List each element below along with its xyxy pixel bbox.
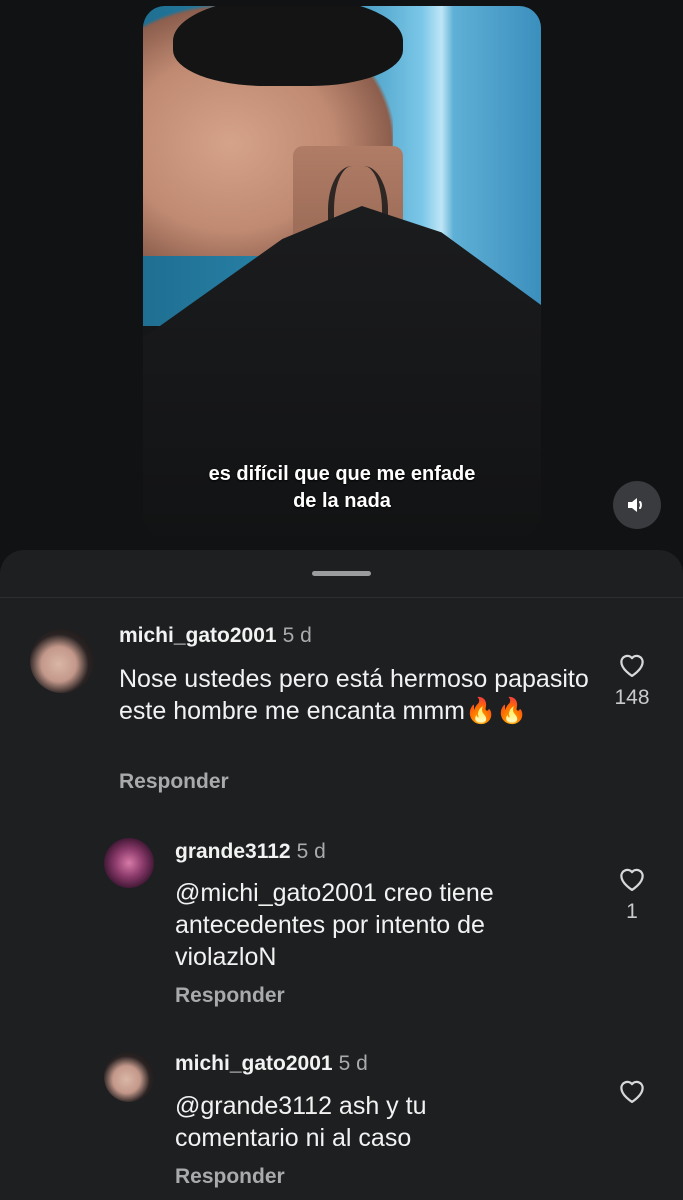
comment-username[interactable]: michi_gato2001 xyxy=(119,624,277,647)
video-person-hair xyxy=(173,6,403,86)
reply-comment-item: grande3112 5 d @michi_gato2001 creo tiene… xyxy=(0,820,683,1020)
comment-text: @grande3112 ash y tu comentario ni al ca… xyxy=(175,1090,535,1154)
comments-sheet: michi_gato2001 5 d Nose ustedes pero está… xyxy=(0,550,683,1200)
comment-item: michi_gato2001 5 d Nose ustedes pero está… xyxy=(0,550,683,810)
speaker-icon xyxy=(628,498,642,512)
comment-text: @michi_gato2001 creo tiene antecedentes … xyxy=(175,877,575,973)
comment-time: 5 d xyxy=(296,840,326,863)
comment-header: grande3112 5 d xyxy=(175,840,326,864)
reply-button[interactable]: Responder xyxy=(119,770,229,794)
video-player[interactable]: es difícil que que me enfade de la nada xyxy=(143,6,541,536)
like-button[interactable]: 148 xyxy=(612,650,652,710)
video-area: es difícil que que me enfade de la nada xyxy=(0,0,683,560)
reply-button[interactable]: Responder xyxy=(175,984,285,1008)
like-button[interactable] xyxy=(612,1076,652,1104)
comment-body: Nose ustedes pero está hermoso papasito … xyxy=(119,665,589,725)
comment-username[interactable]: michi_gato2001 xyxy=(175,1052,333,1075)
subtitle-line-2: de la nada xyxy=(293,490,391,512)
mute-button[interactable] xyxy=(613,481,661,529)
reply-comment-item: michi_gato2001 5 d @grande3112 ash y tu c… xyxy=(0,1034,683,1200)
comment-text: Nose ustedes pero está hermoso papasito … xyxy=(119,663,589,727)
like-count: 1 xyxy=(626,900,638,923)
heart-icon xyxy=(620,868,644,891)
video-subtitle: es difícil que que me enfade de la nada xyxy=(143,461,541,515)
heart-icon xyxy=(620,1080,644,1103)
comment-time: 5 d xyxy=(338,1052,368,1075)
avatar[interactable] xyxy=(104,838,154,888)
avatar[interactable] xyxy=(104,1052,154,1102)
comment-mention[interactable]: @grande3112 xyxy=(175,1092,332,1120)
subtitle-line-1: es difícil que que me enfade xyxy=(208,463,476,485)
reply-button[interactable]: Responder xyxy=(175,1165,285,1189)
comment-header: michi_gato2001 5 d xyxy=(175,1052,368,1076)
comment-time: 5 d xyxy=(282,624,312,647)
avatar[interactable] xyxy=(30,629,94,693)
like-count: 148 xyxy=(614,686,650,709)
comment-header: michi_gato2001 5 d xyxy=(119,624,312,648)
like-button[interactable]: 1 xyxy=(612,864,652,924)
heart-icon xyxy=(620,654,644,677)
comment-username[interactable]: grande3112 xyxy=(175,840,291,863)
comment-mention[interactable]: @michi_gato2001 xyxy=(175,879,377,907)
